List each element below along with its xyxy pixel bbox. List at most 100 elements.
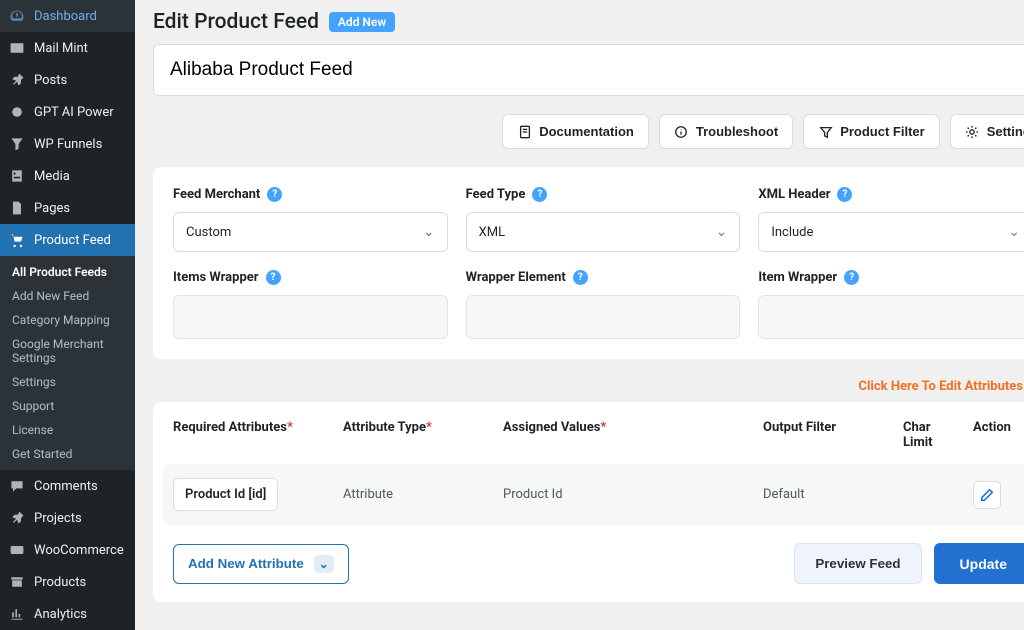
cart-icon bbox=[8, 231, 26, 249]
field-label-text: Wrapper Element bbox=[466, 270, 566, 285]
th-output: Output Filter bbox=[763, 420, 893, 450]
update-button[interactable]: Update bbox=[934, 543, 1024, 584]
media-icon bbox=[8, 167, 26, 185]
chevron-down-icon: ⌄ bbox=[314, 555, 334, 573]
field-items-wrapper: Items Wrapper? bbox=[173, 270, 448, 339]
sidebar-item-analytics[interactable]: Analytics bbox=[0, 598, 135, 630]
preview-feed-button[interactable]: Preview Feed bbox=[794, 543, 921, 584]
th-charlimit: Char Limit bbox=[903, 420, 963, 450]
field-label-text: Items Wrapper bbox=[173, 270, 259, 285]
hint-text: Click Here To Edit Attributes bbox=[858, 379, 1023, 394]
select-value: XML bbox=[479, 225, 506, 240]
chevron-down-icon: ⌄ bbox=[423, 224, 435, 240]
troubleshoot-button[interactable]: Troubleshoot bbox=[659, 114, 793, 149]
submenu-settings[interactable]: Settings bbox=[0, 370, 135, 394]
sidebar-label: Product Feed bbox=[34, 233, 111, 248]
sidebar-item-dashboard[interactable]: Dashboard bbox=[0, 0, 135, 32]
sidebar-item-posts[interactable]: Posts bbox=[0, 64, 135, 96]
th-attrtype: Attribute Type* bbox=[343, 420, 493, 450]
submenu-get-started[interactable]: Get Started bbox=[0, 442, 135, 466]
help-icon[interactable]: ? bbox=[532, 187, 547, 202]
add-new-badge[interactable]: Add New bbox=[329, 12, 395, 32]
pin-icon bbox=[8, 509, 26, 527]
sidebar-label: GPT AI Power bbox=[34, 105, 114, 120]
submenu-category-mapping[interactable]: Category Mapping bbox=[0, 308, 135, 332]
sidebar-item-productfeed[interactable]: Product Feed bbox=[0, 224, 135, 256]
field-xml-header: XML Header? Include ⌄ bbox=[758, 187, 1024, 252]
sidebar-label: Media bbox=[34, 169, 70, 184]
ai-icon bbox=[8, 103, 26, 121]
select-value: Include bbox=[771, 225, 813, 240]
required-attribute-chip[interactable]: Product Id [id] bbox=[173, 478, 278, 511]
feed-title-input[interactable] bbox=[153, 44, 1024, 96]
select-value: Custom bbox=[186, 225, 231, 240]
cell-output: Default bbox=[763, 487, 893, 502]
gear-icon bbox=[965, 124, 980, 139]
sidebar-item-products[interactable]: Products bbox=[0, 566, 135, 598]
sidebar-item-mailmint[interactable]: Mail Mint bbox=[0, 32, 135, 64]
item-wrapper-input[interactable] bbox=[758, 295, 1024, 339]
sidebar-item-gptai[interactable]: GPT AI Power bbox=[0, 96, 135, 128]
submenu-google-merchant[interactable]: Google Merchant Settings bbox=[0, 332, 135, 370]
cell-attrtype: Attribute bbox=[343, 487, 493, 502]
field-feed-merchant: Feed Merchant? Custom ⌄ bbox=[173, 187, 448, 252]
help-icon[interactable]: ? bbox=[837, 187, 852, 202]
table-header: Required Attributes* Attribute Type* Ass… bbox=[173, 420, 1024, 464]
field-label-text: Feed Merchant bbox=[173, 187, 260, 202]
sidebar-item-projects[interactable]: Projects bbox=[0, 502, 135, 534]
sidebar-label: Posts bbox=[34, 73, 67, 88]
items-wrapper-input[interactable] bbox=[173, 295, 448, 339]
sidebar-label: Comments bbox=[34, 479, 98, 494]
funnel-icon bbox=[8, 135, 26, 153]
sidebar-label: WooCommerce bbox=[34, 543, 124, 558]
page-header: Edit Product Feed Add New bbox=[153, 10, 1024, 34]
submenu-support[interactable]: Support bbox=[0, 394, 135, 418]
edit-row-button[interactable] bbox=[973, 481, 1001, 509]
submenu-license[interactable]: License bbox=[0, 418, 135, 442]
field-label-text: XML Header bbox=[758, 187, 830, 202]
feed-merchant-select[interactable]: Custom ⌄ bbox=[173, 212, 448, 252]
table-footer: Add New Attribute ⌄ Preview Feed Update bbox=[173, 543, 1024, 584]
add-new-attribute-button[interactable]: Add New Attribute ⌄ bbox=[173, 544, 349, 584]
table-row: Product Id [id] Attribute Product Id Def… bbox=[163, 464, 1024, 525]
product-filter-button[interactable]: Product Filter bbox=[803, 114, 940, 149]
th-action: Action bbox=[973, 420, 1024, 450]
button-label: Troubleshoot bbox=[696, 124, 778, 139]
feed-config-card: Feed Merchant? Custom⌄ Feed Type? XML⌄ X… bbox=[153, 167, 1024, 359]
attributes-table-card: Required Attributes* Attribute Type* Ass… bbox=[153, 402, 1024, 602]
submenu-all-feeds[interactable]: All Product Feeds bbox=[0, 260, 135, 284]
button-label: Product Filter bbox=[840, 124, 925, 139]
woocommerce-icon bbox=[8, 541, 26, 559]
sidebar-label: Mail Mint bbox=[34, 41, 88, 56]
page-icon bbox=[8, 199, 26, 217]
sidebar-label: Pages bbox=[34, 201, 70, 216]
sidebar-item-woocommerce[interactable]: WooCommerce bbox=[0, 534, 135, 566]
sidebar-item-media[interactable]: Media bbox=[0, 160, 135, 192]
chevron-down-icon: ⌄ bbox=[716, 224, 728, 240]
wrapper-element-input[interactable] bbox=[466, 295, 741, 339]
submenu-add-new-feed[interactable]: Add New Feed bbox=[0, 284, 135, 308]
chevron-down-icon: ⌄ bbox=[1008, 224, 1020, 240]
xml-header-select[interactable]: Include ⌄ bbox=[758, 212, 1024, 252]
help-icon[interactable]: ? bbox=[267, 187, 282, 202]
sidebar-submenu: All Product Feeds Add New Feed Category … bbox=[0, 256, 135, 470]
feed-type-select[interactable]: XML ⌄ bbox=[466, 212, 741, 252]
settings-button[interactable]: Settings bbox=[950, 114, 1024, 149]
help-icon[interactable]: ? bbox=[573, 270, 588, 285]
page-title: Edit Product Feed bbox=[153, 10, 319, 34]
th-assigned: Assigned Values* bbox=[503, 420, 753, 450]
sidebar-item-wpfunnels[interactable]: WP Funnels bbox=[0, 128, 135, 160]
help-icon[interactable]: ? bbox=[844, 270, 859, 285]
th-required: Required Attributes* bbox=[173, 420, 333, 450]
admin-sidebar: Dashboard Mail Mint Posts GPT AI Power W… bbox=[0, 0, 135, 630]
document-icon bbox=[517, 124, 532, 139]
sidebar-label: Projects bbox=[34, 511, 82, 526]
sidebar-label: Dashboard bbox=[34, 9, 97, 24]
button-label: Documentation bbox=[539, 124, 634, 139]
sidebar-item-comments[interactable]: Comments bbox=[0, 470, 135, 502]
documentation-button[interactable]: Documentation bbox=[502, 114, 649, 149]
edit-attributes-hint: Click Here To Edit Attributes bbox=[153, 379, 1024, 402]
sidebar-item-pages[interactable]: Pages bbox=[0, 192, 135, 224]
field-wrapper-element: Wrapper Element? bbox=[466, 270, 741, 339]
help-icon[interactable]: ? bbox=[266, 270, 281, 285]
